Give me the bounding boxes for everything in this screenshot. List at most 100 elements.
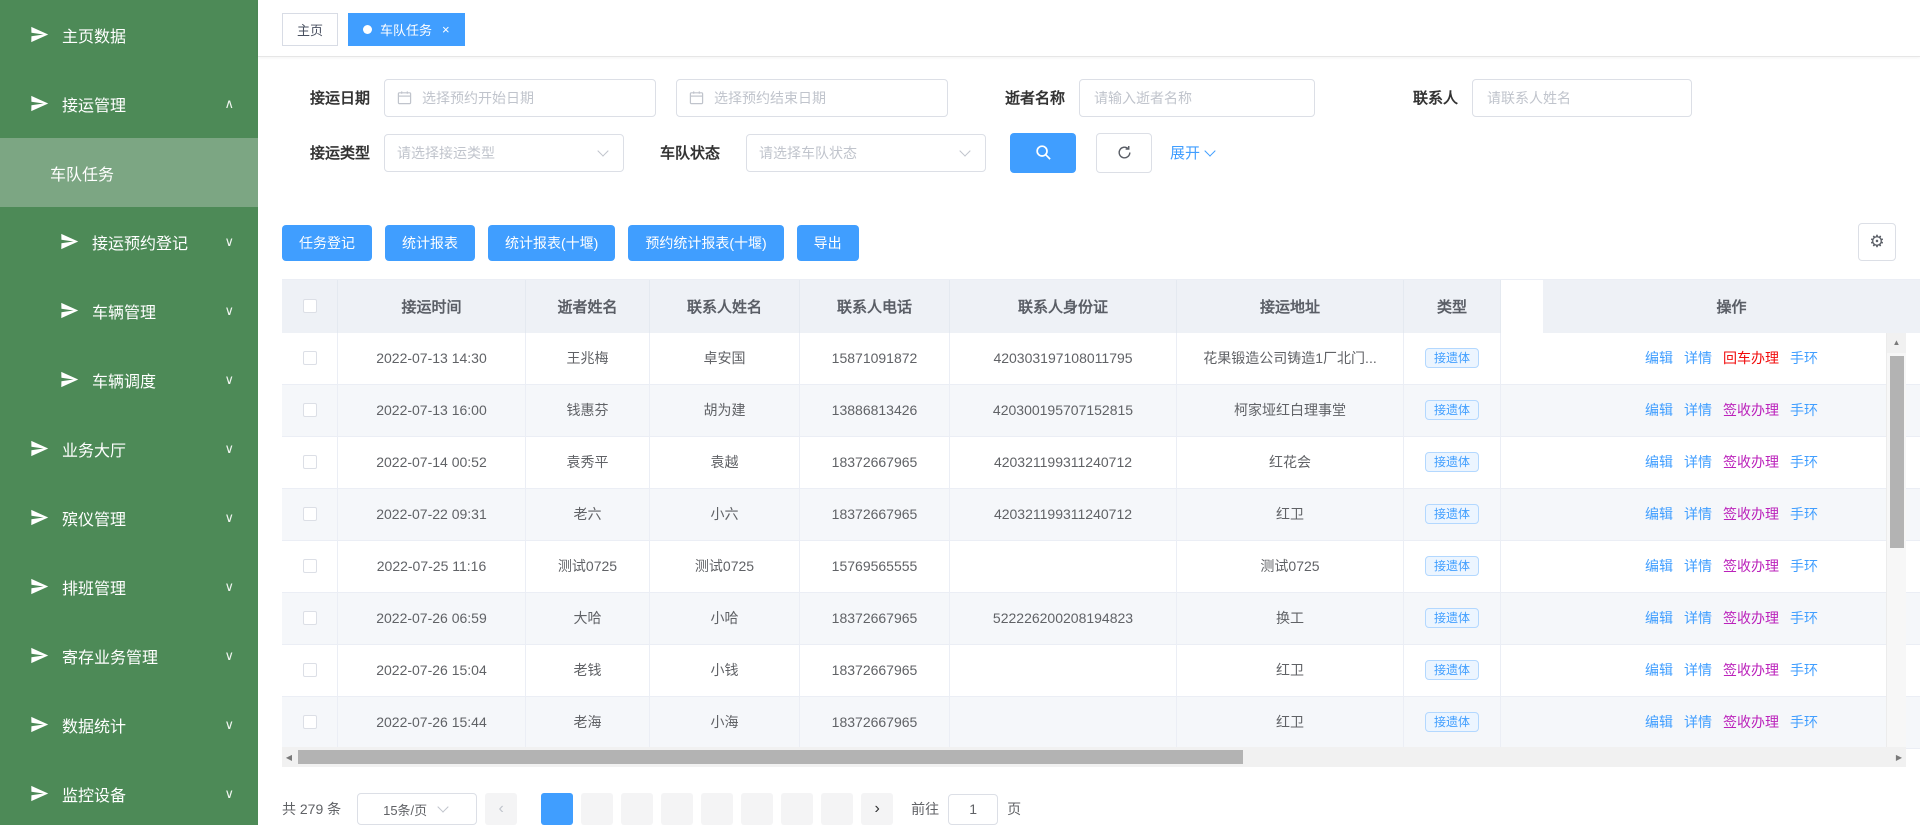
wristband-link[interactable]: 手环: [1790, 660, 1818, 680]
sidebar-item[interactable]: 排班管理 ∨: [0, 552, 258, 621]
detail-link[interactable]: 详情: [1684, 504, 1712, 524]
page-number-button[interactable]: [781, 793, 813, 825]
detail-link[interactable]: 详情: [1684, 660, 1712, 680]
date-end-field[interactable]: [676, 79, 948, 117]
pickup-type-select[interactable]: 请选择接运类型: [384, 134, 624, 172]
sidebar-item[interactable]: 接运管理 ∧: [0, 69, 258, 138]
type-badge[interactable]: 接遗体: [1425, 712, 1479, 732]
process-link[interactable]: 签收办理: [1723, 712, 1779, 732]
type-badge[interactable]: 接遗体: [1425, 348, 1479, 368]
sidebar-item[interactable]: 车辆管理 ∨: [0, 276, 258, 345]
detail-link[interactable]: 详情: [1684, 608, 1712, 628]
expand-toggle[interactable]: 展开: [1170, 142, 1218, 163]
scroll-left-icon[interactable]: ◀: [282, 753, 296, 762]
refresh-button[interactable]: [1096, 133, 1152, 173]
scroll-right-icon[interactable]: ▶: [1892, 753, 1906, 762]
sidebar-item[interactable]: 车队任务: [0, 138, 258, 207]
detail-link[interactable]: 详情: [1684, 712, 1712, 732]
contact-input[interactable]: [1485, 89, 1679, 107]
process-link[interactable]: 签收办理: [1723, 608, 1779, 628]
detail-link[interactable]: 详情: [1684, 348, 1712, 368]
date-start-field[interactable]: [384, 79, 656, 117]
row-checkbox[interactable]: [303, 351, 317, 365]
page-number-button[interactable]: [741, 793, 773, 825]
fleet-status-select[interactable]: 请选择车队状态: [746, 134, 986, 172]
process-link[interactable]: 回车办理: [1723, 348, 1779, 368]
type-badge[interactable]: 接遗体: [1425, 556, 1479, 576]
sidebar-item[interactable]: 业务大厅 ∨: [0, 414, 258, 483]
edit-link[interactable]: 编辑: [1645, 556, 1673, 576]
row-checkbox[interactable]: [303, 715, 317, 729]
edit-link[interactable]: 编辑: [1645, 660, 1673, 680]
deceased-name-input[interactable]: [1092, 89, 1302, 107]
page-number-button[interactable]: [821, 793, 853, 825]
wristband-link[interactable]: 手环: [1790, 452, 1818, 472]
edit-link[interactable]: 编辑: [1645, 452, 1673, 472]
sidebar-item[interactable]: 接运预约登记 ∨: [0, 207, 258, 276]
column-settings-button[interactable]: ⚙: [1858, 223, 1896, 261]
wristband-link[interactable]: 手环: [1790, 608, 1818, 628]
vertical-scrollbar[interactable]: ▲: [1886, 333, 1906, 747]
process-link[interactable]: 签收办理: [1723, 504, 1779, 524]
view-tab[interactable]: 主页: [282, 13, 338, 46]
row-checkbox[interactable]: [303, 559, 317, 573]
wristband-link[interactable]: 手环: [1790, 348, 1818, 368]
sidebar-item[interactable]: 主页数据: [0, 0, 258, 69]
page-number-button[interactable]: [541, 793, 573, 825]
horizontal-scroll-thumb[interactable]: [298, 750, 1243, 764]
row-checkbox[interactable]: [303, 403, 317, 417]
wristband-link[interactable]: 手环: [1790, 712, 1818, 732]
next-page-button[interactable]: ›: [861, 793, 893, 825]
edit-link[interactable]: 编辑: [1645, 608, 1673, 628]
type-badge[interactable]: 接遗体: [1425, 504, 1479, 524]
contact-field[interactable]: [1472, 79, 1692, 117]
page-number-button[interactable]: [701, 793, 733, 825]
view-tab[interactable]: 车队任务 ×: [348, 13, 465, 46]
date-start-input[interactable]: [420, 89, 643, 107]
type-badge[interactable]: 接遗体: [1425, 660, 1479, 680]
process-link[interactable]: 签收办理: [1723, 556, 1779, 576]
detail-link[interactable]: 详情: [1684, 400, 1712, 420]
page-number-button[interactable]: [621, 793, 653, 825]
row-checkbox[interactable]: [303, 507, 317, 521]
process-link[interactable]: 签收办理: [1723, 660, 1779, 680]
detail-link[interactable]: 详情: [1684, 452, 1712, 472]
sidebar-item[interactable]: 殡仪管理 ∨: [0, 483, 258, 552]
scroll-up-icon[interactable]: ▲: [1887, 333, 1906, 353]
goto-page-input[interactable]: [948, 794, 998, 825]
type-badge[interactable]: 接遗体: [1425, 400, 1479, 420]
toolbar-button[interactable]: 导出: [797, 225, 859, 261]
row-checkbox[interactable]: [303, 611, 317, 625]
horizontal-scrollbar[interactable]: ◀ ▶: [282, 747, 1906, 767]
edit-link[interactable]: 编辑: [1645, 348, 1673, 368]
detail-link[interactable]: 详情: [1684, 556, 1712, 576]
process-link[interactable]: 签收办理: [1723, 452, 1779, 472]
sidebar-item[interactable]: 车辆调度 ∨: [0, 345, 258, 414]
wristband-link[interactable]: 手环: [1790, 556, 1818, 576]
row-checkbox[interactable]: [303, 455, 317, 469]
toolbar-button[interactable]: 任务登记: [282, 225, 372, 261]
vertical-scroll-thumb[interactable]: [1890, 356, 1904, 548]
wristband-link[interactable]: 手环: [1790, 504, 1818, 524]
edit-link[interactable]: 编辑: [1645, 504, 1673, 524]
page-number-button[interactable]: [661, 793, 693, 825]
toolbar-button[interactable]: 预约统计报表(十堰): [628, 225, 783, 261]
sidebar-item[interactable]: 寄存业务管理 ∨: [0, 621, 258, 690]
close-icon[interactable]: ×: [442, 23, 450, 36]
type-badge[interactable]: 接遗体: [1425, 452, 1479, 472]
page-size-select[interactable]: 15条/页: [357, 793, 477, 825]
process-link[interactable]: 签收办理: [1723, 400, 1779, 420]
edit-link[interactable]: 编辑: [1645, 400, 1673, 420]
deceased-name-field[interactable]: [1079, 79, 1315, 117]
select-all-checkbox[interactable]: [303, 299, 317, 313]
sidebar-item[interactable]: 监控设备 ∨: [0, 759, 258, 828]
type-badge[interactable]: 接遗体: [1425, 608, 1479, 628]
date-end-input[interactable]: [712, 89, 935, 107]
toolbar-button[interactable]: 统计报表: [385, 225, 475, 261]
row-checkbox[interactable]: [303, 663, 317, 677]
sidebar-item[interactable]: 数据统计 ∨: [0, 690, 258, 759]
edit-link[interactable]: 编辑: [1645, 712, 1673, 732]
wristband-link[interactable]: 手环: [1790, 400, 1818, 420]
search-button[interactable]: [1010, 133, 1076, 173]
toolbar-button[interactable]: 统计报表(十堰): [488, 225, 615, 261]
